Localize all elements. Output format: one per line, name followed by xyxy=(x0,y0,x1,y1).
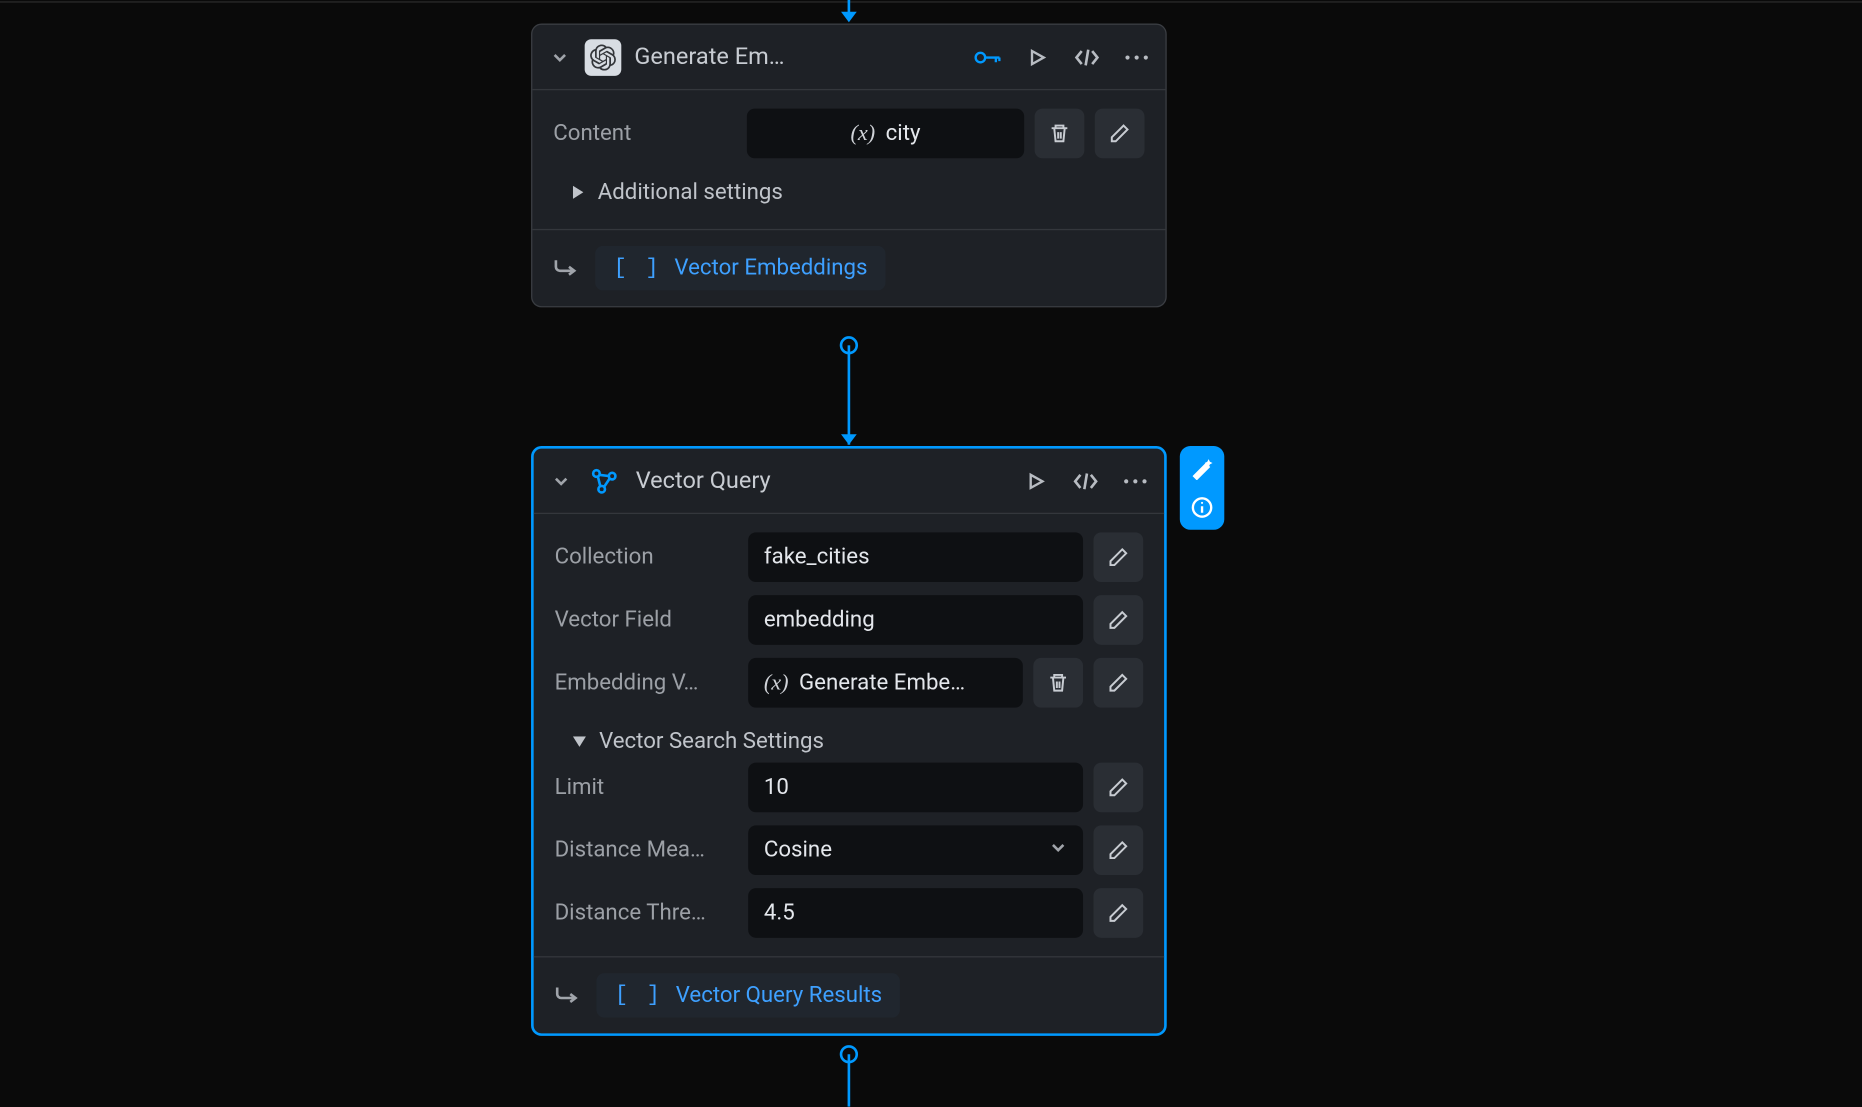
field-label: Vector Field xyxy=(555,607,738,633)
collection-input[interactable]: fake_cities xyxy=(748,532,1083,582)
field-label: Embedding V… xyxy=(555,670,738,696)
array-icon: [ ] xyxy=(615,983,663,1008)
array-icon: [ ] xyxy=(613,256,661,281)
content-input[interactable]: (x) city xyxy=(747,109,1024,159)
field-label: Distance Thre… xyxy=(555,900,738,926)
collapse-toggle[interactable] xyxy=(549,469,573,493)
connector-line xyxy=(848,345,851,444)
node-footer: [ ] Vector Query Results xyxy=(534,956,1164,1033)
collection-value: fake_cities xyxy=(764,544,870,570)
field-content: Content (x) city xyxy=(553,109,1144,159)
triangle-down-icon xyxy=(573,735,586,748)
field-vector-field: Vector Field embedding xyxy=(555,595,1144,645)
output-label: Vector Query Results xyxy=(676,982,882,1008)
code-icon[interactable] xyxy=(1073,468,1099,494)
info-icon[interactable] xyxy=(1188,493,1217,522)
embedding-value: Generate Embe… xyxy=(799,670,965,696)
code-icon[interactable] xyxy=(1074,44,1100,70)
more-icon[interactable] xyxy=(1124,44,1150,70)
edit-button[interactable] xyxy=(1093,825,1143,875)
field-embedding-variable: Embedding V… (x) Generate Embe… xyxy=(555,658,1144,708)
field-label: Limit xyxy=(555,774,738,800)
field-distance-threshold: Distance Thre… 4.5 xyxy=(555,888,1144,938)
node-vector-query: Vector Query Collection fake_cities xyxy=(531,446,1167,1036)
embedding-input[interactable]: (x) Generate Embe… xyxy=(748,658,1023,708)
play-icon[interactable] xyxy=(1024,44,1050,70)
node-side-toolbar xyxy=(1180,446,1224,530)
header-actions xyxy=(974,44,1149,70)
edit-button[interactable] xyxy=(1093,658,1143,708)
magic-wand-icon[interactable] xyxy=(1188,454,1217,483)
vector-icon xyxy=(586,462,623,499)
edit-button[interactable] xyxy=(1095,109,1145,159)
delete-button[interactable] xyxy=(1033,658,1083,708)
additional-settings-toggle[interactable]: Additional settings xyxy=(553,171,1144,213)
field-distance-measure: Distance Mea… Cosine xyxy=(555,825,1144,875)
section-title: Vector Search Settings xyxy=(599,729,824,755)
openai-icon xyxy=(585,39,622,76)
additional-settings-label: Additional settings xyxy=(598,179,783,205)
node-header: Vector Query xyxy=(534,449,1164,514)
distance-measure-value: Cosine xyxy=(764,837,832,863)
output-vector-query-results[interactable]: [ ] Vector Query Results xyxy=(596,973,900,1017)
distance-threshold-input[interactable]: 4.5 xyxy=(748,888,1083,938)
field-collection: Collection fake_cities xyxy=(555,532,1144,582)
delete-button[interactable] xyxy=(1035,109,1085,159)
node-body: Collection fake_cities Vector Field embe… xyxy=(534,514,1164,956)
node-generate-embeddings: Generate Em… Content (x) xyxy=(531,24,1167,308)
connector-line xyxy=(848,1054,851,1106)
field-label: Content xyxy=(553,120,736,146)
key-icon[interactable] xyxy=(974,44,1000,70)
node-title[interactable]: Generate Em… xyxy=(634,43,961,70)
limit-input[interactable]: 10 xyxy=(748,763,1083,813)
collapse-toggle[interactable] xyxy=(548,45,572,69)
variable-icon: (x) xyxy=(851,120,876,146)
canvas-top-border xyxy=(0,1,1862,2)
edit-button[interactable] xyxy=(1093,763,1143,813)
limit-value: 10 xyxy=(764,774,789,800)
field-label: Collection xyxy=(555,544,738,570)
chevron-down-icon xyxy=(1049,837,1067,863)
vector-search-settings-toggle[interactable]: Vector Search Settings xyxy=(555,721,1144,763)
play-icon[interactable] xyxy=(1023,468,1049,494)
field-limit: Limit 10 xyxy=(555,763,1144,813)
field-label: Distance Mea… xyxy=(555,837,738,863)
node-footer: [ ] Vector Embeddings xyxy=(532,229,1165,306)
arrow-down-icon xyxy=(841,434,857,444)
triangle-right-icon xyxy=(572,186,585,199)
edit-button[interactable] xyxy=(1093,888,1143,938)
content-value: city xyxy=(886,120,921,146)
node-header: Generate Em… xyxy=(532,25,1165,90)
more-icon[interactable] xyxy=(1122,468,1148,494)
return-icon xyxy=(553,256,577,281)
vector-field-input[interactable]: embedding xyxy=(748,595,1083,645)
edit-button[interactable] xyxy=(1093,595,1143,645)
edit-button[interactable] xyxy=(1093,532,1143,582)
output-vector-embeddings[interactable]: [ ] Vector Embeddings xyxy=(595,246,886,290)
arrow-down-icon xyxy=(841,12,857,22)
output-label: Vector Embeddings xyxy=(674,255,867,281)
header-actions xyxy=(1023,468,1149,494)
variable-icon: (x) xyxy=(764,670,789,696)
return-icon xyxy=(555,983,579,1008)
distance-threshold-value: 4.5 xyxy=(764,900,795,926)
node-body: Content (x) city Additional settings xyxy=(532,90,1165,229)
distance-measure-select[interactable]: Cosine xyxy=(748,825,1083,875)
node-title[interactable]: Vector Query xyxy=(636,467,1010,494)
vector-field-value: embedding xyxy=(764,607,875,633)
